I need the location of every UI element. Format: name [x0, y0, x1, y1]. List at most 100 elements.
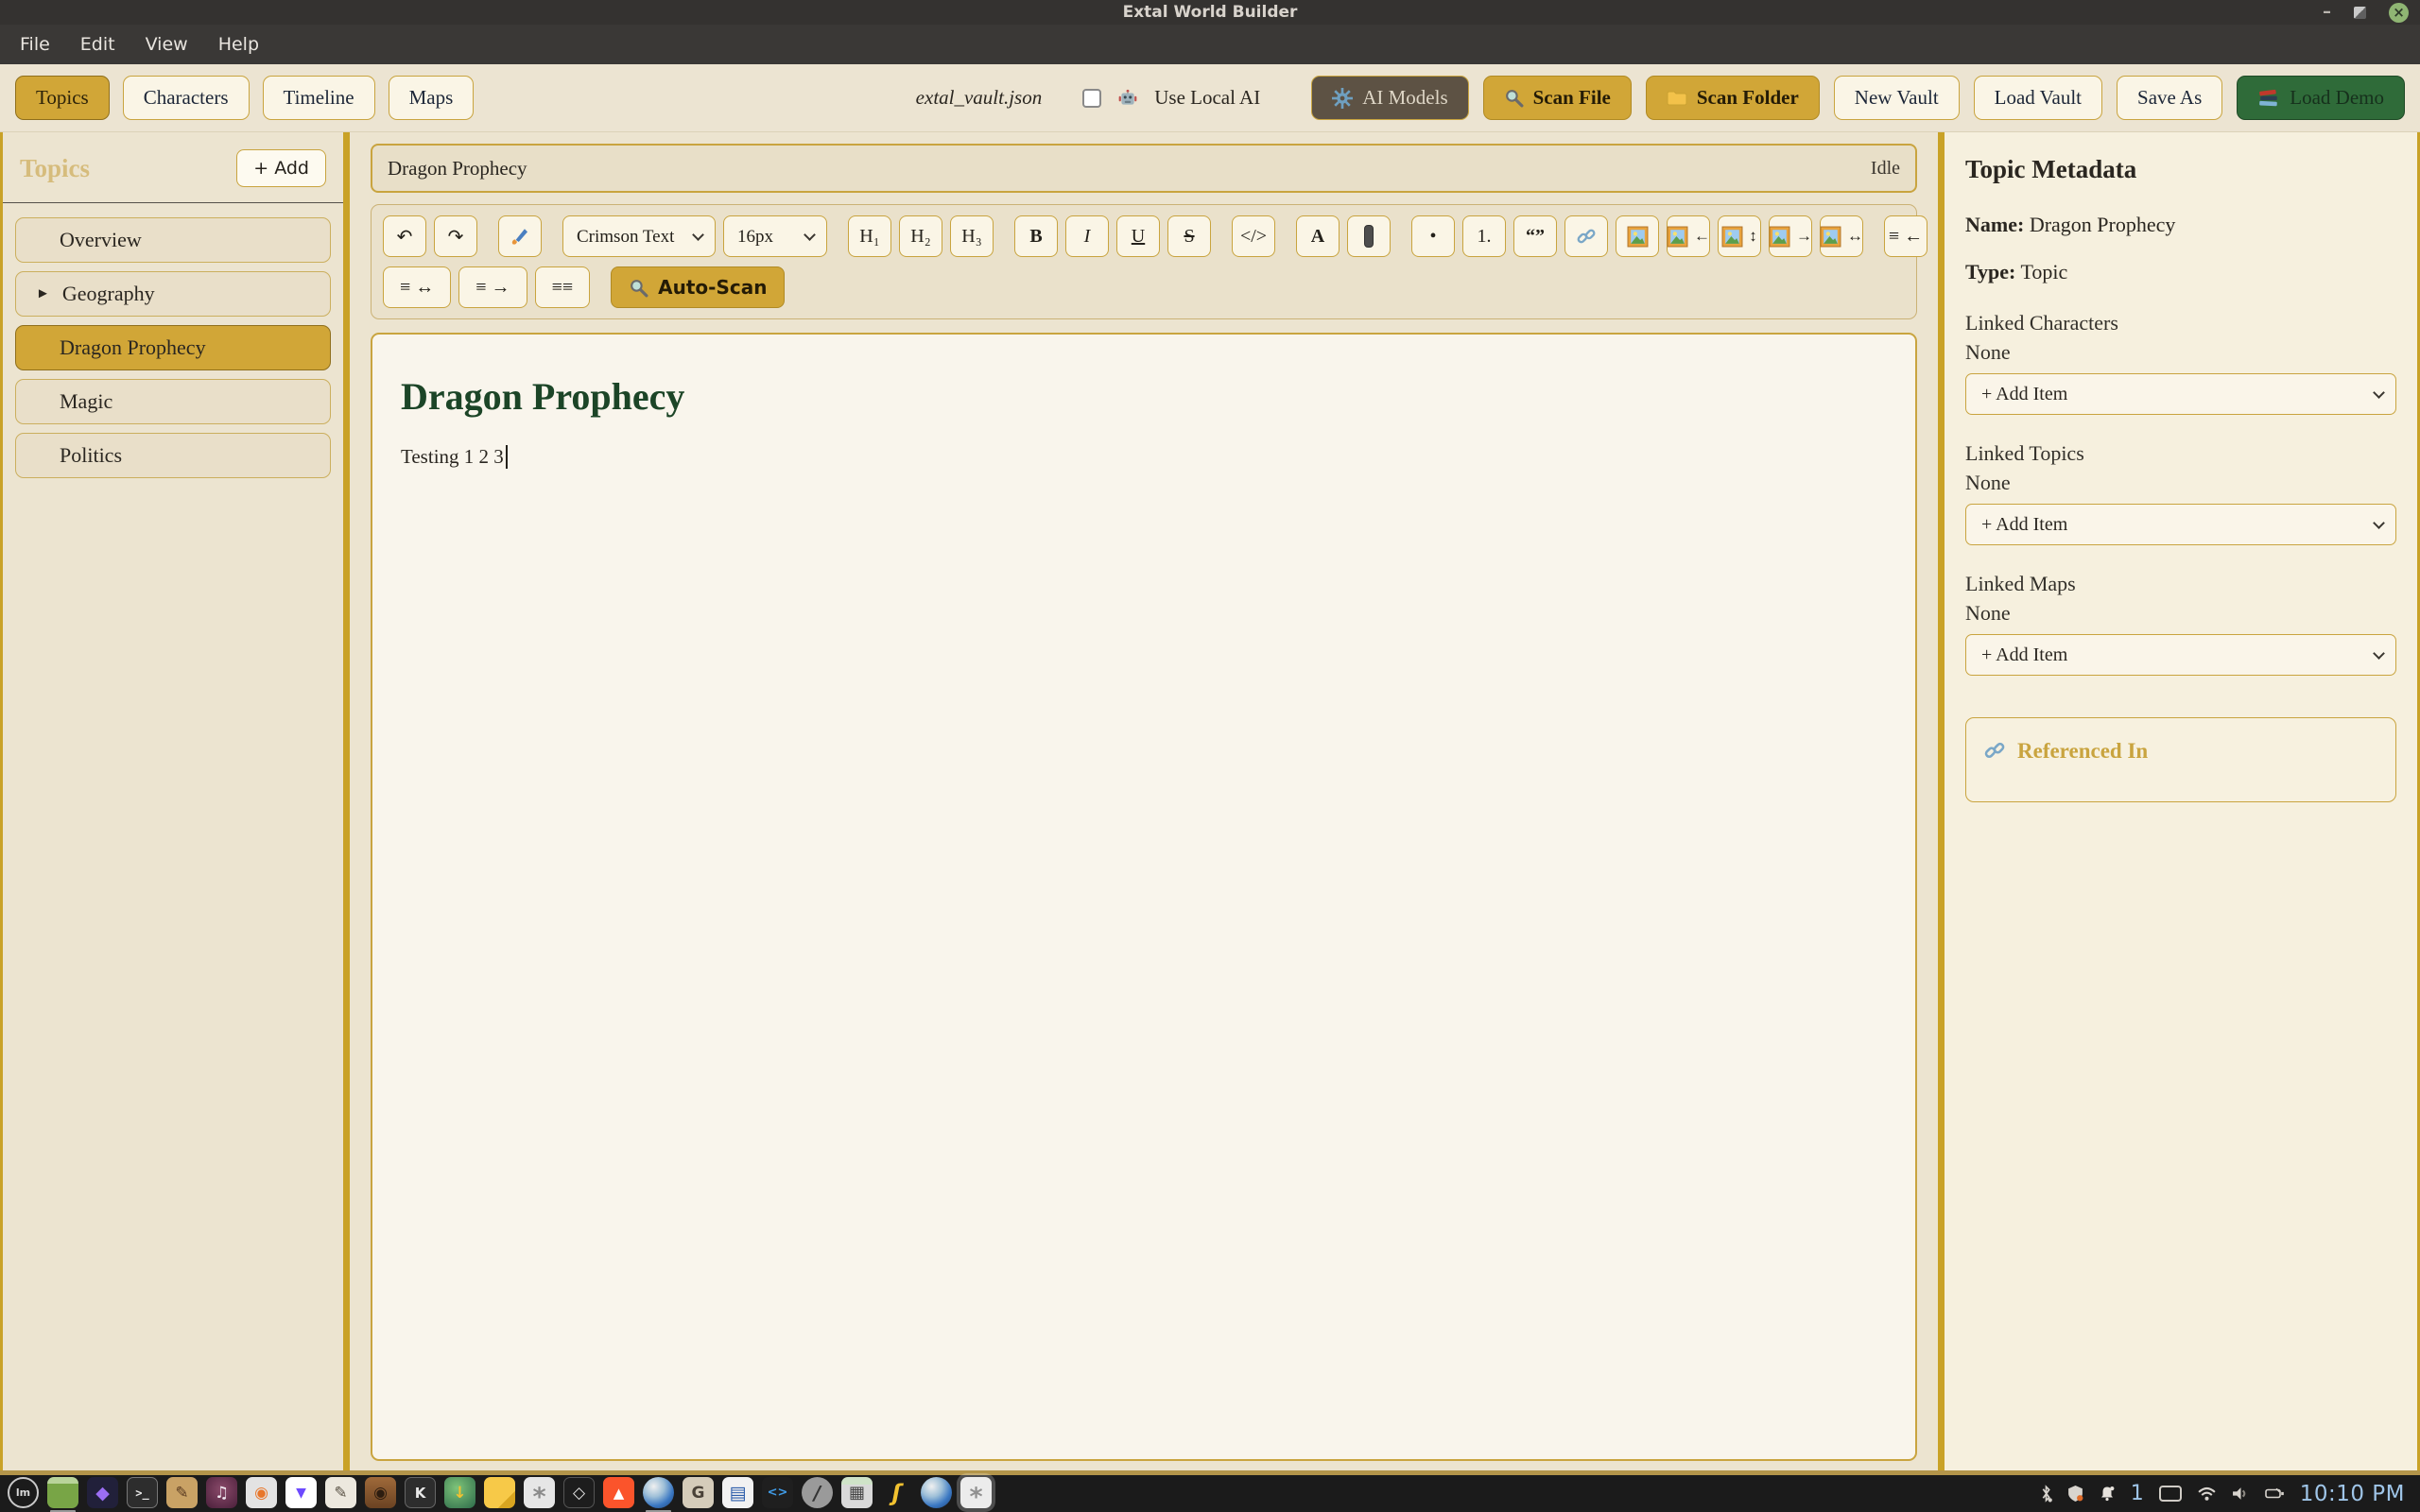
linked-characters-add-select[interactable]: + Add Item — [1965, 373, 2396, 415]
sidebar-item-geography[interactable]: ► Geography — [15, 271, 331, 317]
menu-view[interactable]: View — [131, 28, 202, 60]
use-local-ai-checkbox[interactable] — [1082, 89, 1101, 108]
auto-scan-button[interactable]: Auto-Scan — [611, 266, 785, 308]
linked-characters-section: Linked Characters None + Add Item — [1965, 311, 2396, 415]
wrap-left-button[interactable]: ≡ ← — [1884, 215, 1927, 257]
numbered-list-button[interactable]: 1. — [1462, 215, 1506, 257]
taskbar-app-quill-app[interactable]: ʃ — [881, 1477, 912, 1508]
taskbar-app-world-builder[interactable]: * — [960, 1477, 992, 1508]
wifi-icon[interactable] — [2197, 1486, 2217, 1502]
linked-maps-select-wrap: + Add Item — [1965, 634, 2396, 676]
taskbar-app-settings[interactable]: * — [524, 1477, 555, 1508]
taskbar-app-text-editor[interactable]: ✎ — [325, 1477, 356, 1508]
tab-characters[interactable]: Characters — [123, 76, 250, 120]
columns-button[interactable]: ≡≡ — [535, 266, 591, 308]
code-button[interactable]: </> — [1232, 215, 1275, 257]
topic-title-input[interactable] — [388, 157, 1859, 180]
heading3-button[interactable]: H₃ — [950, 215, 994, 257]
window-list-icon[interactable] — [2159, 1486, 2182, 1502]
tab-topics[interactable]: Topics — [15, 76, 110, 120]
load-demo-button[interactable]: Load Demo — [2237, 76, 2405, 120]
taskbar-app-brave-browser[interactable]: ▲ — [603, 1477, 634, 1508]
taskbar-app-perplexity[interactable]: ◇ — [563, 1477, 595, 1508]
underline-button[interactable]: U — [1116, 215, 1160, 257]
sidebar-item-magic[interactable]: Magic — [15, 379, 331, 424]
taskbar-app-music-player[interactable]: ♫ — [206, 1477, 237, 1508]
wrap-right-button[interactable]: ≡ → — [458, 266, 527, 308]
blockquote-button[interactable]: “” — [1513, 215, 1557, 257]
strikethrough-button[interactable]: S — [1167, 215, 1211, 257]
taskbar-app-seamonkey-browser[interactable] — [643, 1477, 674, 1508]
tab-maps[interactable]: Maps — [389, 76, 475, 120]
linked-topics-add-select[interactable]: + Add Item — [1965, 504, 2396, 545]
add-topic-button[interactable]: + Add — [236, 149, 326, 187]
type-value: Topic — [2020, 260, 2067, 284]
taskbar-app-calculator[interactable]: ▦ — [841, 1477, 873, 1508]
editor-content-area[interactable]: Dragon Prophecy Testing 1 2 3 — [371, 333, 1917, 1461]
notifications-bell-icon[interactable] — [2099, 1485, 2116, 1503]
redo-button[interactable]: ↷ — [434, 215, 477, 257]
load-vault-button[interactable]: Load Vault — [1974, 76, 2102, 120]
expand-arrow-icon[interactable]: ► — [36, 286, 50, 302]
taskbar-app-gimp[interactable]: G — [683, 1477, 714, 1508]
taskbar-app-apache-feather[interactable]: / — [802, 1477, 833, 1508]
undo-button[interactable]: ↶ — [383, 215, 426, 257]
sidebar-item-dragon-prophecy[interactable]: Dragon Prophecy — [15, 325, 331, 370]
clock[interactable]: 10:10 PM — [2300, 1482, 2405, 1506]
bold-button[interactable]: B — [1014, 215, 1058, 257]
taskbar-app-libreoffice[interactable]: ▤ — [722, 1477, 753, 1508]
taskbar-app-file-manager[interactable] — [47, 1477, 78, 1508]
name-value: Dragon Prophecy — [2030, 213, 2176, 236]
taskbar-app-video-editor[interactable]: ◉ — [246, 1477, 277, 1508]
scan-file-button[interactable]: Scan File — [1483, 76, 1632, 120]
sidebar-item-overview[interactable]: Overview — [15, 217, 331, 263]
brush-button[interactable] — [498, 215, 542, 257]
font-family-select[interactable]: Crimson Text — [562, 215, 716, 257]
menu-help[interactable]: Help — [204, 28, 273, 60]
volume-icon[interactable] — [2232, 1486, 2250, 1501]
taskbar-app-sticky-notes[interactable] — [484, 1477, 515, 1508]
image-full-width-button[interactable]: ↔ — [1820, 215, 1863, 257]
insert-link-button[interactable] — [1564, 215, 1608, 257]
taskbar-app-web-transfer[interactable]: ↓ — [444, 1477, 475, 1508]
wrap-center-button[interactable]: ≡ ↔ — [383, 266, 451, 308]
minimize-button[interactable]: – — [2323, 8, 2331, 17]
new-vault-button[interactable]: New Vault — [1834, 76, 1960, 120]
taskbar-app-krita[interactable]: ✎ — [166, 1477, 198, 1508]
sidebar-item-politics[interactable]: Politics — [15, 433, 331, 478]
menu-file[interactable]: File — [6, 28, 64, 60]
bluetooth-icon[interactable] — [2040, 1485, 2052, 1503]
taskbar-app-mint-menu[interactable]: lm — [8, 1477, 39, 1508]
font-size-select[interactable]: 16px — [723, 215, 827, 257]
insert-image-button[interactable] — [1616, 215, 1659, 257]
ai-models-button[interactable]: AI Models — [1311, 76, 1468, 120]
taskbar-app-kde-connect[interactable]: K — [405, 1477, 436, 1508]
heading2-button[interactable]: H₂ — [899, 215, 942, 257]
heading1-button[interactable]: H₁ — [848, 215, 891, 257]
taskbar-app-proton-vpn[interactable]: ▼ — [285, 1477, 317, 1508]
linked-maps-value: None — [1965, 601, 2396, 626]
taskbar-app-obsidian[interactable]: ◆ — [87, 1477, 118, 1508]
image-align-left-button[interactable]: ← — [1667, 215, 1710, 257]
italic-button[interactable]: I — [1065, 215, 1109, 257]
image-resize-button[interactable]: ↕ — [1718, 215, 1761, 257]
linked-topics-select-wrap: + Add Item — [1965, 504, 2396, 545]
workspace-number[interactable]: 1 — [2131, 1482, 2144, 1505]
tab-timeline[interactable]: Timeline — [263, 76, 375, 120]
background-color-button[interactable] — [1347, 215, 1391, 257]
close-button[interactable]: × — [2389, 3, 2409, 23]
text-color-button[interactable]: A — [1296, 215, 1340, 257]
maximize-button[interactable] — [2354, 7, 2366, 19]
taskbar-app-vscode[interactable]: <> — [762, 1477, 793, 1508]
image-align-right-button[interactable]: → — [1769, 215, 1812, 257]
save-as-button[interactable]: Save As — [2117, 76, 2222, 120]
taskbar-app-terminal[interactable]: >_ — [127, 1477, 158, 1508]
firewall-shield-icon[interactable] — [2067, 1485, 2083, 1503]
linked-maps-add-select[interactable]: + Add Item — [1965, 634, 2396, 676]
battery-icon[interactable] — [2265, 1487, 2285, 1500]
bullet-list-button[interactable]: • — [1411, 215, 1455, 257]
taskbar-app-speaker-app[interactable]: ◉ — [365, 1477, 396, 1508]
taskbar-app-seamonkey-browser-2[interactable] — [921, 1477, 952, 1508]
menu-edit[interactable]: Edit — [66, 28, 130, 60]
scan-folder-button[interactable]: Scan Folder — [1646, 76, 1820, 120]
